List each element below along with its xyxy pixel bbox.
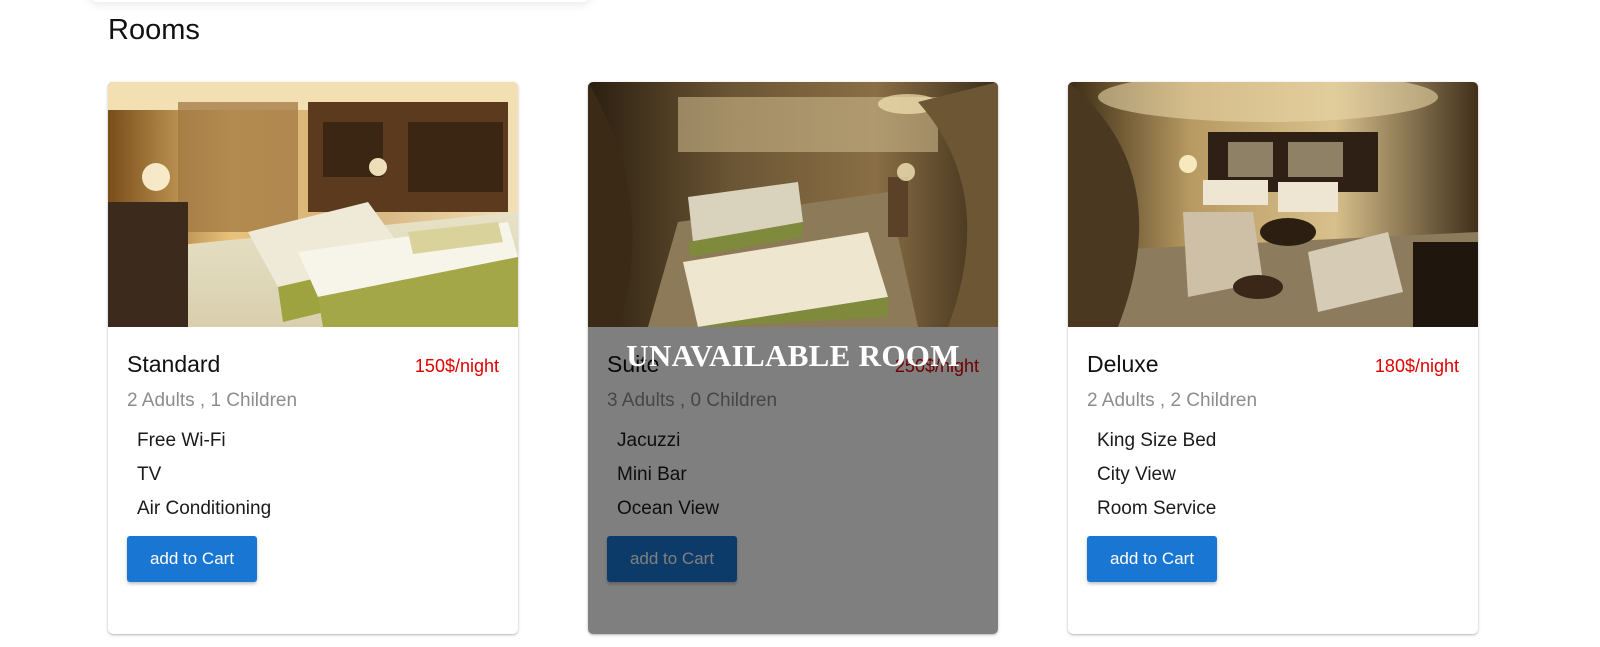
room-photo (588, 82, 998, 327)
amenities-list: King Size Bed City View Room Service (1087, 424, 1459, 526)
amenity-item: Room Service (1097, 498, 1217, 519)
room-name: Deluxe (1087, 351, 1159, 377)
room-cards: Standard 150$/night 2 Adults , 1 Childre… (108, 82, 1478, 634)
search-bar-shadow (90, 0, 590, 2)
room-photo (108, 82, 518, 327)
unavailable-label: UNAVAILABLE ROOM (626, 338, 960, 373)
room-photo (1068, 82, 1478, 327)
amenity-item: Free Wi-Fi (137, 430, 226, 451)
room-price: 180$/night (1374, 356, 1459, 376)
room-price: 150$/night (414, 356, 499, 376)
amenity-item: City View (1097, 464, 1176, 485)
room-name: Standard (127, 351, 221, 377)
page-title: Rooms (108, 14, 200, 46)
room-card-standard: Standard 150$/night 2 Adults , 1 Childre… (108, 82, 518, 634)
amenities-list: Free Wi-Fi TV Air Conditioning (127, 424, 499, 526)
room-card-deluxe: Deluxe 180$/night 2 Adults , 2 Children … (1068, 82, 1478, 634)
amenity-item: TV (137, 464, 162, 485)
room-card-suite: Suite 250$/night 3 Adults , 0 Children J… (588, 82, 998, 634)
room-occupancy: 2 Adults , 1 Children (127, 390, 298, 411)
amenity-item: King Size Bed (1097, 430, 1217, 451)
add-to-cart-button[interactable]: add to Cart (1087, 536, 1217, 582)
add-to-cart-button[interactable]: add to Cart (127, 536, 257, 582)
room-occupancy: 2 Adults , 2 Children (1087, 390, 1258, 411)
amenity-item: Air Conditioning (137, 498, 272, 519)
